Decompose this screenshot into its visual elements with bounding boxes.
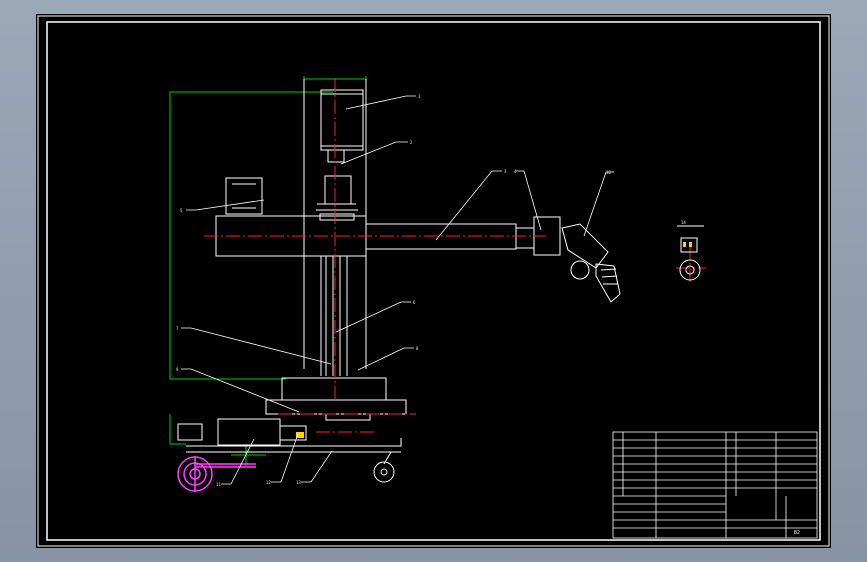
label-13: 13: [296, 480, 301, 485]
label-8: 7: [176, 326, 179, 331]
label-6: 5: [180, 208, 183, 213]
label-10: 9: [176, 367, 179, 372]
dimension-lines: [169, 76, 367, 466]
sheet-label: B2: [794, 530, 800, 536]
label-9: 8: [416, 346, 419, 351]
title-block: [612, 431, 818, 539]
leader-numbers: 1 2 3 4 10 5 6 7 8 9 11 12 13 14: [176, 94, 686, 487]
horizontal-arm: [215, 177, 561, 257]
cad-viewport[interactable]: 1 2 3 4 10 5 6 7 8 9 11 12 13 14 B2: [36, 14, 831, 548]
label-5: 10: [606, 170, 611, 175]
leader-lines: [181, 95, 614, 485]
label-3: 3: [504, 169, 507, 174]
label-12: 12: [266, 480, 271, 485]
label-14: 14: [681, 220, 686, 225]
label-7: 6: [413, 300, 416, 305]
inner-frame: [46, 21, 821, 541]
accent-marks: [296, 242, 692, 438]
assembly-drawing: 1 2 3 4 10 5 6 7 8 9 11 12 13 14 B2: [37, 15, 830, 547]
welding-head: [561, 223, 621, 303]
label-2: 2: [410, 140, 413, 145]
label-11: 11: [216, 482, 221, 487]
label-4: 4: [514, 169, 517, 174]
outer-frame: [37, 15, 830, 547]
label-1: 1: [418, 94, 421, 99]
